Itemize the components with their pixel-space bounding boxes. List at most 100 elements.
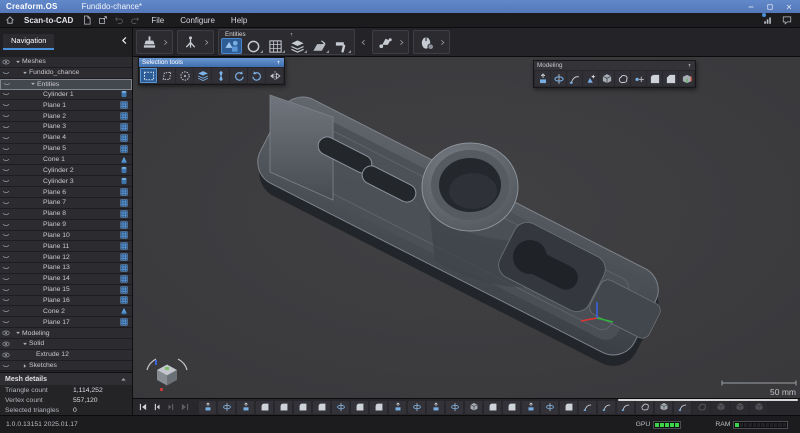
history-step-revolve[interactable] — [446, 401, 463, 414]
tree-row-plane-11[interactable]: Plane 11 — [0, 241, 132, 252]
brush-selection-tool[interactable] — [176, 68, 193, 83]
eye-closed-icon[interactable] — [2, 221, 13, 229]
sweep-tool[interactable] — [567, 71, 582, 86]
eye-closed-icon[interactable] — [2, 275, 13, 283]
history-step-revolve[interactable] — [332, 401, 349, 414]
tab-navigation[interactable]: Navigation — [3, 34, 54, 50]
history-step-solid[interactable] — [712, 401, 729, 414]
history-step-fillet[interactable] — [313, 401, 330, 414]
caret-right-icon[interactable] — [22, 363, 29, 369]
minimize-button[interactable] — [746, 2, 756, 12]
tree-row-plane-16[interactable]: Plane 16 — [0, 296, 132, 307]
palette-title-bar[interactable]: Selection tools — [139, 58, 284, 67]
tree-row-plane-12[interactable]: Plane 12 — [0, 252, 132, 263]
menu-configure-button[interactable]: Configure — [180, 16, 215, 25]
history-step-blob[interactable] — [693, 401, 710, 414]
tree-row-solid[interactable]: Solid — [0, 339, 132, 350]
tree-row-plane-7[interactable]: Plane 7 — [0, 198, 132, 209]
eye-closed-icon[interactable] — [3, 80, 14, 88]
history-step-solid[interactable] — [465, 401, 482, 414]
pin-icon[interactable] — [287, 32, 351, 37]
tree-row-cone-1[interactable]: Cone 1 — [0, 155, 132, 166]
close-button[interactable] — [784, 2, 794, 12]
tree-row-modeling[interactable]: Modeling — [0, 328, 132, 339]
tree-row-cylinder-2[interactable]: Cylinder 2 — [0, 165, 132, 176]
history-step-revolve[interactable] — [218, 401, 235, 414]
history-step-fillet[interactable] — [351, 401, 368, 414]
tree-row-plane-4[interactable]: Plane 4 — [0, 133, 132, 144]
eye-closed-icon[interactable] — [2, 188, 13, 196]
datum-tool[interactable] — [631, 71, 646, 86]
caret-down-icon[interactable] — [22, 70, 29, 76]
tree-row-plane-6[interactable]: Plane 6 — [0, 187, 132, 198]
history-step-fillet[interactable] — [294, 401, 311, 414]
step-forward-button[interactable] — [164, 401, 178, 414]
tree-row-cone-2[interactable]: Cone 2 — [0, 306, 132, 317]
history-step-solid[interactable] — [750, 401, 767, 414]
fillet-tool[interactable] — [647, 71, 662, 86]
import-export-icon[interactable] — [98, 15, 108, 25]
rotate-selection-right-tool[interactable] — [248, 68, 265, 83]
history-step-extrude[interactable] — [237, 401, 254, 414]
tree-row-plane-14[interactable]: Plane 14 — [0, 274, 132, 285]
menu-help-button[interactable]: Help — [231, 16, 247, 25]
surface-entity-tool[interactable] — [309, 38, 330, 54]
auto-surface-tool[interactable] — [583, 71, 598, 86]
history-step-blob[interactable] — [636, 401, 653, 414]
history-step-extrude[interactable] — [389, 401, 406, 414]
tree-row-plane-2[interactable]: Plane 2 — [0, 111, 132, 122]
undo-icon[interactable] — [114, 15, 124, 25]
collapse-mesh-details-button[interactable] — [120, 376, 127, 383]
eye-closed-icon[interactable] — [2, 296, 13, 304]
history-step-extrude[interactable] — [427, 401, 444, 414]
tree-row-meshes[interactable]: Meshes — [0, 57, 132, 68]
eye-open-icon[interactable] — [2, 340, 13, 348]
history-step-extrude[interactable] — [199, 401, 216, 414]
eye-closed-icon[interactable] — [2, 69, 13, 77]
export-cad-tool[interactable] — [416, 32, 437, 52]
history-step-fillet[interactable] — [484, 401, 501, 414]
rotate-selection-left-tool[interactable] — [230, 68, 247, 83]
history-step-sweep[interactable] — [598, 401, 615, 414]
freeform-selection-tool[interactable] — [158, 68, 175, 83]
tree-row-plane-13[interactable]: Plane 13 — [0, 263, 132, 274]
history-step-solid[interactable] — [655, 401, 672, 414]
eye-closed-icon[interactable] — [2, 166, 13, 174]
eye-closed-icon[interactable] — [2, 101, 13, 109]
history-step-fillet[interactable] — [256, 401, 273, 414]
alignment-tool[interactable] — [180, 32, 201, 52]
tree-row-plane-15[interactable]: Plane 15 — [0, 285, 132, 296]
eye-closed-icon[interactable] — [2, 307, 13, 315]
redo-icon[interactable] — [130, 15, 140, 25]
tree-row-plane-10[interactable]: Plane 10 — [0, 231, 132, 242]
home-icon[interactable] — [5, 15, 15, 25]
eye-closed-icon[interactable] — [2, 199, 13, 207]
extrude-tool[interactable] — [535, 71, 550, 86]
solid-tool[interactable] — [599, 71, 614, 86]
revolve-tool[interactable] — [551, 71, 566, 86]
tree-row-entities[interactable]: Entities — [0, 79, 132, 90]
eye-closed-icon[interactable] — [2, 210, 13, 218]
title-bar[interactable]: Creaform.OS Fundido-chance* — [0, 0, 800, 13]
freeform-surface-tool[interactable] — [615, 71, 630, 86]
tree-row-sketches[interactable]: Sketches — [0, 361, 132, 372]
grow-shrink-selection-tool[interactable] — [212, 68, 229, 83]
rectangle-selection-tool[interactable] — [140, 68, 157, 83]
eye-closed-icon[interactable] — [2, 286, 13, 294]
eye-open-icon[interactable] — [2, 329, 13, 337]
new-document-icon[interactable] — [82, 15, 92, 25]
tree-row-plane-9[interactable]: Plane 9 — [0, 220, 132, 231]
group-expand-button[interactable] — [439, 39, 446, 46]
caret-down-icon[interactable] — [30, 81, 37, 87]
menu-file-button[interactable]: File — [151, 16, 164, 25]
history-step-fillet[interactable] — [503, 401, 520, 414]
eye-closed-icon[interactable] — [2, 362, 13, 370]
connected-selection-tool[interactable] — [194, 68, 211, 83]
circle-entity-tool[interactable] — [243, 38, 264, 54]
history-step-solid[interactable] — [731, 401, 748, 414]
invert-selection-tool[interactable] — [266, 68, 283, 83]
history-step-extrude[interactable] — [522, 401, 539, 414]
eye-closed-icon[interactable] — [2, 123, 13, 131]
tree-row-plane-5[interactable]: Plane 5 — [0, 144, 132, 155]
slice-entity-tool[interactable] — [287, 38, 308, 54]
